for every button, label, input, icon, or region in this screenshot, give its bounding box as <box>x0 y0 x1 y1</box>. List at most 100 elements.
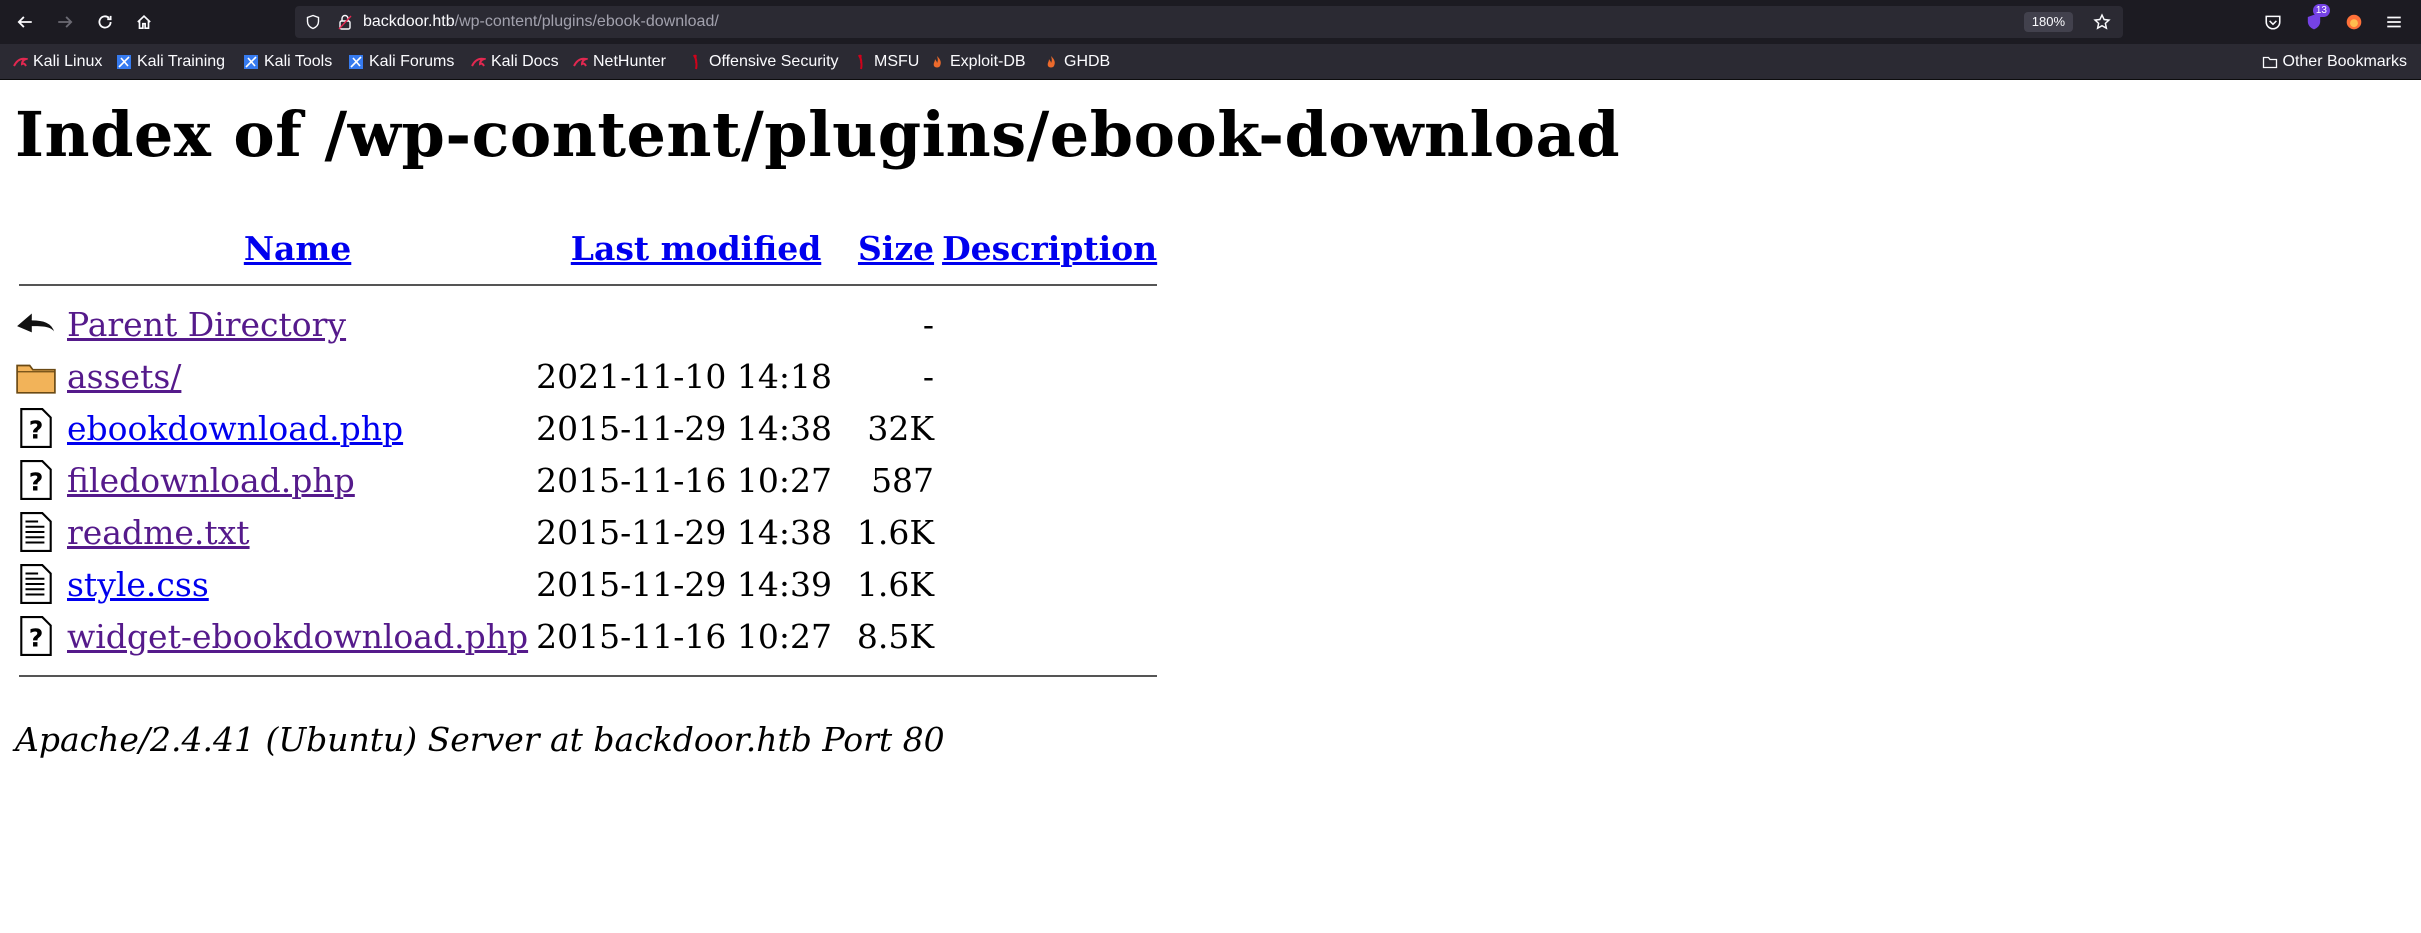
kali-dragon-icon <box>13 57 28 67</box>
table-row: ? widget-ebookdownload.php 2015-11-16 10… <box>15 610 1161 662</box>
bookmark-kali-forums[interactable]: Kali Forums <box>348 44 454 80</box>
description-cell <box>938 558 1161 610</box>
file-name-cell[interactable]: widget-ebookdownload.php <box>63 610 532 662</box>
name-column-header[interactable]: Name <box>63 222 532 274</box>
divider <box>19 284 1158 286</box>
size-cell: 587 <box>871 460 935 500</box>
bookmark-label: Kali Docs <box>491 53 559 70</box>
last-modified-cell: 2015-11-29 14:39 <box>536 564 832 604</box>
description-cell <box>938 402 1161 454</box>
bookmark-msfu[interactable]: MSFU <box>853 44 919 80</box>
pocket-button[interactable] <box>2261 10 2285 34</box>
reload-icon <box>98 15 112 29</box>
home-button[interactable] <box>129 7 159 37</box>
divider <box>19 675 1158 677</box>
page-content: Index of /wp-content/plugins/ebook-downl… <box>0 80 2421 933</box>
back-arrow-icon <box>17 16 32 28</box>
kali-docs-icon <box>471 57 486 67</box>
bookmark-kali-tools[interactable]: Kali Tools <box>243 44 332 80</box>
bookmark-nethunter[interactable]: NetHunter <box>572 44 666 80</box>
exploit-db-icon <box>933 56 941 68</box>
file-link[interactable]: Parent Directory <box>67 305 346 344</box>
bookmark-star-icon[interactable] <box>2093 13 2111 31</box>
directory-listing-table: Name Last modified Size Description Pare… <box>15 222 1161 692</box>
svg-text:?: ? <box>29 624 44 653</box>
sort-by-description-link[interactable]: Description <box>942 229 1157 268</box>
bookmark-kali-training[interactable]: Kali Training <box>116 44 225 80</box>
file-link[interactable]: readme.txt <box>67 513 250 552</box>
folder-outline-icon <box>2262 56 2277 69</box>
firefox-icon <box>2346 14 2362 30</box>
description-cell <box>938 506 1161 558</box>
file-link[interactable]: style.css <box>67 565 209 604</box>
file-name-cell[interactable]: filedownload.php <box>63 454 532 506</box>
bookmark-label: Exploit-DB <box>950 53 1026 70</box>
nethunter-icon <box>573 57 588 67</box>
file-link[interactable]: assets/ <box>67 357 181 396</box>
extension-badge-count: 13 <box>2312 4 2330 17</box>
bookmark-label: Kali Training <box>137 53 226 70</box>
forward-button[interactable] <box>50 7 80 37</box>
bookmark-exploit-db[interactable]: Exploit-DB <box>929 44 1026 80</box>
file-name-cell[interactable]: ebookdownload.php <box>63 402 532 454</box>
sort-by-name-link[interactable]: Name <box>244 229 351 268</box>
url-host: backdoor.htb <box>363 13 455 30</box>
row-icon-cell <box>15 506 63 558</box>
bookmark-label: GHDB <box>1064 53 1111 70</box>
kali-training-icon <box>117 55 131 69</box>
table-header-row: Name Last modified Size Description <box>15 222 1161 274</box>
bookmark-ghdb[interactable]: GHDB <box>1043 44 1110 80</box>
separator <box>15 274 1161 298</box>
bookmark-kali-linux[interactable]: Kali Linux <box>12 44 102 80</box>
sort-by-last-modified-link[interactable]: Last modified <box>571 229 822 268</box>
last-modified-column-header[interactable]: Last modified <box>532 222 836 274</box>
forward-arrow-icon <box>58 16 73 28</box>
bookmark-label: Kali Linux <box>33 53 103 70</box>
text-file-icon <box>20 564 52 604</box>
description-cell <box>938 298 1161 350</box>
last-modified-cell: 2015-11-16 10:27 <box>536 460 832 500</box>
bookmark-label: Kali Forums <box>369 53 455 70</box>
sort-by-size-link[interactable]: Size <box>858 229 934 268</box>
other-bookmarks-folder[interactable]: Other Bookmarks <box>2262 44 2407 80</box>
page-title: Index of /wp-content/plugins/ebook-downl… <box>15 98 1621 171</box>
size-cell: 1.6K <box>856 512 935 552</box>
extension-button[interactable]: 13 <box>2302 4 2330 34</box>
row-icon-cell <box>15 298 63 350</box>
bookmark-label: Kali Tools <box>264 53 333 70</box>
zoom-level-badge[interactable]: 180% <box>2023 12 2073 32</box>
row-icon-cell: ? <box>15 610 63 662</box>
file-name-cell[interactable]: style.css <box>63 558 532 610</box>
server-signature: Apache/2.4.41 (Ubuntu) Server at backdoo… <box>15 720 945 759</box>
file-name-cell[interactable]: assets/ <box>63 350 532 402</box>
app-menu-button[interactable] <box>2382 10 2406 34</box>
tracking-protection-shield-icon[interactable] <box>305 14 321 30</box>
last-modified-cell: 2015-11-29 14:38 <box>536 512 832 552</box>
firefox-account-button[interactable] <box>2342 10 2366 34</box>
lock-icon[interactable] <box>337 13 353 31</box>
row-icon-cell: ? <box>15 402 63 454</box>
reload-button[interactable] <box>90 7 120 37</box>
back-button[interactable] <box>10 7 40 37</box>
size-cell: 8.5K <box>856 616 935 656</box>
file-link[interactable]: filedownload.php <box>67 461 355 500</box>
description-column-header[interactable]: Description <box>938 222 1161 274</box>
bookmark-label: MSFU <box>874 53 920 70</box>
bookmark-kali-docs[interactable]: Kali Docs <box>470 44 559 80</box>
bookmark-label: Offensive Security <box>709 53 839 70</box>
home-icon <box>137 14 151 30</box>
table-row: ? filedownload.php 2015-11-16 10:27 587 <box>15 454 1161 506</box>
file-link[interactable]: ebookdownload.php <box>67 409 403 448</box>
url-text[interactable]: backdoor.htb/wp-content/plugins/ebook-do… <box>363 6 719 38</box>
last-modified-cell <box>532 298 836 350</box>
file-name-cell[interactable]: Parent Directory <box>63 298 532 350</box>
file-link[interactable]: widget-ebookdownload.php <box>67 617 528 656</box>
bookmark-offensive-security[interactable]: Offensive Security <box>688 44 839 80</box>
url-bar[interactable]: backdoor.htb/wp-content/plugins/ebook-do… <box>295 6 2123 38</box>
last-modified-cell: 2021-11-10 14:18 <box>536 356 832 396</box>
table-row: ? ebookdownload.php 2015-11-29 14:38 32K <box>15 402 1161 454</box>
bookmark-label: NetHunter <box>593 53 666 70</box>
unknown-file-icon: ? <box>20 408 52 448</box>
file-name-cell[interactable]: readme.txt <box>63 506 532 558</box>
size-column-header[interactable]: Size <box>836 222 938 274</box>
